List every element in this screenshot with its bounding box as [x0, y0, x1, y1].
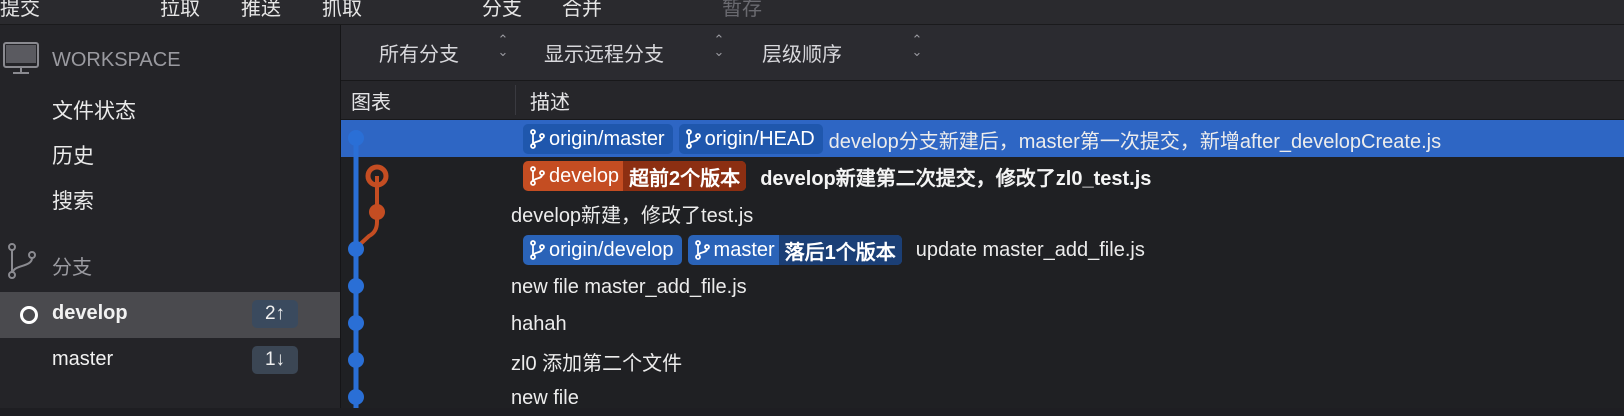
remote-filter-value: 显示远程分支 — [544, 44, 664, 66]
commit-message: develop新建，修改了test.js — [511, 204, 754, 227]
behind-status: 落后1个版本 — [778, 235, 902, 265]
order-filter-value: 层级顺序 — [762, 44, 842, 66]
main-toolbar: 提交 拉取 推送 抓取 分支 合并 暂存 — [0, 0, 1624, 25]
branches-title: 分支 — [52, 257, 92, 279]
commit-row[interactable]: zl0 添加第二个文件 — [341, 342, 1624, 379]
remote-branch-tag[interactable]: origin/master — [523, 124, 673, 154]
column-divider[interactable] — [515, 85, 516, 115]
commit-node — [348, 241, 364, 257]
tag-label: origin/HEAD — [704, 127, 815, 150]
ahead-status: 超前2个版本 — [623, 161, 747, 191]
branch-item-develop[interactable]: develop 2↑ — [0, 292, 340, 338]
commit-message: new file — [511, 386, 579, 409]
sidebar-item-file-status[interactable]: 文件状态 — [52, 95, 136, 125]
branch-behind-badge: 1↓ — [252, 346, 298, 374]
local-branch-tag[interactable]: master 落后1个版本 — [687, 235, 902, 265]
commit-node — [348, 315, 364, 331]
branch-icon — [530, 129, 545, 149]
sidebar-item-history[interactable]: 历史 — [52, 140, 94, 170]
commit-row[interactable]: origin/master origin/HEAD develop分支新建后，m… — [341, 120, 1624, 157]
commit-node — [348, 278, 364, 294]
commit-list: origin/master origin/HEAD develop分支新建后，m… — [341, 120, 1624, 409]
commit-node — [348, 130, 364, 146]
filter-bar: 所有分支 ⌃ ⌄ 显示远程分支 ⌃ ⌄ 层级顺序 ⌃ ⌄ — [341, 25, 1624, 81]
commit-row[interactable]: new file — [341, 379, 1624, 416]
description-column-header[interactable]: 描述 — [530, 86, 570, 115]
branch-name: develop — [52, 302, 128, 324]
workspace-title: WORKSPACE — [52, 49, 181, 71]
commit-message: update master_add_file.js — [915, 238, 1145, 261]
commit-row[interactable]: origin/develop master 落后1个版本 update mast… — [341, 231, 1624, 268]
merge-button[interactable]: 合并 — [562, 0, 602, 21]
pull-button[interactable]: 拉取 — [160, 0, 200, 21]
remote-branch-tag[interactable]: origin/develop — [523, 235, 682, 265]
order-filter-dropdown[interactable]: 层级顺序 ⌃ ⌄ — [762, 33, 922, 67]
fetch-button[interactable]: 抓取 — [322, 0, 362, 21]
tag-label: master — [713, 238, 775, 261]
commit-graph — [348, 130, 389, 408]
local-branch-tag[interactable]: develop 超前2个版本 — [523, 161, 747, 191]
tag-label: origin/master — [549, 127, 665, 150]
graph-column-header[interactable]: 图表 — [351, 86, 391, 115]
branch-filter-value: 所有分支 — [379, 44, 459, 66]
branch-icon — [694, 240, 710, 260]
commit-row[interactable]: develop新建，修改了test.js — [341, 194, 1624, 231]
branch-button[interactable]: 分支 — [482, 0, 522, 21]
chevron-updown-icon: ⌃ ⌄ — [713, 32, 725, 59]
commit-message: hahah — [511, 312, 567, 335]
branch-icon — [4, 241, 38, 287]
commit-message: develop分支新建后，master第一次提交，新增after_develop… — [828, 130, 1442, 153]
branch-ahead-badge: 2↑ — [252, 300, 298, 328]
stash-button[interactable]: 暂存 — [722, 0, 762, 21]
commit-node — [348, 389, 364, 405]
sidebar-item-search[interactable]: 搜索 — [52, 185, 94, 215]
tag-label: origin/develop — [549, 238, 674, 261]
branch-icon — [530, 240, 545, 260]
remote-branch-tag[interactable]: origin/HEAD — [678, 124, 823, 154]
commit-row[interactable]: new file master_add_file.js — [341, 268, 1624, 305]
current-branch-icon — [20, 306, 38, 324]
commit-message: zl0 添加第二个文件 — [511, 352, 683, 375]
remote-filter-dropdown[interactable]: 显示远程分支 ⌃ ⌄ — [544, 33, 724, 67]
commit-button[interactable]: 提交 — [0, 0, 40, 21]
push-button[interactable]: 推送 — [241, 0, 281, 21]
branch-name: master — [52, 348, 114, 370]
commit-message: develop新建第二次提交，修改了zl0_test.js — [760, 167, 1152, 190]
chevron-updown-icon: ⌃ ⌄ — [911, 32, 923, 59]
tag-label: develop — [549, 164, 620, 187]
commit-node — [348, 352, 364, 368]
branch-filter-dropdown[interactable]: 所有分支 ⌃ ⌄ — [379, 33, 508, 67]
monitor-icon — [2, 41, 40, 83]
sidebar: WORKSPACE 文件状态 历史 搜索 分支 develop 2↑ maste… — [0, 25, 341, 408]
commit-row[interactable]: hahah — [341, 305, 1624, 342]
commit-node — [369, 204, 385, 220]
commit-list-header: 图表 描述 — [341, 81, 1624, 120]
chevron-updown-icon: ⌃ ⌄ — [497, 32, 509, 59]
commit-message: new file master_add_file.js — [511, 275, 747, 298]
branch-icon — [685, 129, 701, 149]
branch-item-master[interactable]: master 1↓ — [0, 338, 340, 384]
branch-icon — [530, 166, 545, 186]
commit-row[interactable]: develop 超前2个版本 develop新建第二次提交，修改了zl0_tes… — [341, 157, 1624, 194]
